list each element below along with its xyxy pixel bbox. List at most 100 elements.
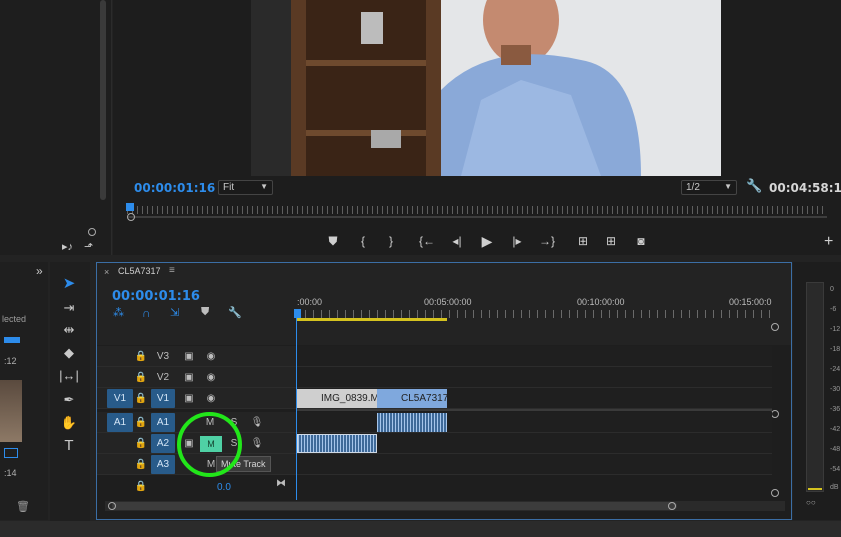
extract-icon[interactable]: ⊞	[602, 234, 620, 248]
source-patch-a1[interactable]: A1	[107, 413, 133, 432]
trash-icon[interactable]: 🗑	[16, 500, 30, 513]
automate-to-sequence-icon[interactable]: ▸♪	[62, 240, 73, 253]
step-forward-icon[interactable]: |▸	[508, 234, 526, 248]
slip-tool-icon[interactable]: |↔|	[58, 366, 80, 386]
audio-clip-a1[interactable]	[377, 413, 447, 432]
track-v3[interactable]	[297, 346, 772, 367]
timeline-scroll-thumb[interactable]	[112, 502, 677, 510]
sync-lock-icon[interactable]: ▣	[180, 388, 198, 409]
list-icon[interactable]	[4, 337, 20, 343]
audio-zoom-handle[interactable]	[771, 489, 779, 497]
microphone-icon[interactable]: 🎙	[248, 433, 266, 454]
linked-selection-icon[interactable]: ⇲	[170, 306, 179, 319]
timeline-playhead-line[interactable]	[296, 318, 297, 500]
track-target-a2[interactable]: A2	[151, 434, 175, 453]
step-back-icon[interactable]: ◂|	[448, 234, 466, 248]
playback-resolution-select[interactable]: 1/2 ▼	[681, 180, 737, 195]
source-patch-v1[interactable]: V1	[107, 389, 133, 408]
panel-menu-chevron[interactable]: »	[36, 264, 43, 278]
mark-out-icon[interactable]: }	[382, 234, 400, 248]
settings-wrench-icon[interactable]: 🔧	[746, 178, 762, 194]
lock-icon[interactable]: 🔒	[132, 476, 150, 497]
monitor-time-ruler[interactable]	[127, 206, 827, 214]
scroll-handle-left[interactable]	[108, 502, 116, 510]
meter-scale-6: -36	[830, 406, 841, 413]
sync-lock-icon[interactable]: ▣	[180, 346, 198, 367]
divider-handle[interactable]	[771, 410, 779, 418]
sync-lock-icon[interactable]: ▣	[180, 367, 198, 388]
timeline-ruler[interactable]	[297, 310, 772, 318]
add-marker-timeline-icon[interactable]: ⛊	[201, 306, 209, 319]
clip-thumbnail[interactable]	[0, 380, 22, 442]
vertical-zoom-handle[interactable]	[771, 323, 779, 331]
zoom-handle[interactable]	[88, 228, 96, 236]
go-to-end-icon[interactable]: ⧓	[276, 478, 286, 489]
close-tab-icon[interactable]: ×	[104, 267, 109, 277]
type-tool-icon[interactable]: T	[58, 436, 80, 456]
video-audio-divider[interactable]	[297, 409, 772, 411]
selection-tool-icon[interactable]: ➤	[58, 274, 80, 294]
razor-tool-icon[interactable]: ◆	[58, 343, 80, 363]
tab-menu-icon[interactable]: ≡	[169, 265, 175, 276]
meter-scale-3: -18	[830, 346, 841, 353]
zoom-handle-left[interactable]	[127, 213, 135, 221]
project-panel-scrollbar[interactable]	[100, 0, 106, 200]
chevron-down-icon: ▼	[724, 182, 732, 191]
solo-meter-buttons[interactable]: ○○	[806, 498, 816, 507]
pen-tool-icon[interactable]: ✒	[58, 390, 80, 410]
clip-img-0839[interactable]: IMG_0839.MO	[297, 389, 377, 408]
monitor-zoom-bar[interactable]	[127, 216, 827, 218]
track-target-v1[interactable]: V1	[151, 389, 175, 408]
track-a1[interactable]	[297, 412, 772, 433]
zoom-level-value: Fit	[223, 182, 235, 193]
eye-icon[interactable]: ◉	[202, 388, 220, 409]
track-name-v3[interactable]: V3	[154, 346, 172, 367]
track-name-v2[interactable]: V2	[154, 367, 172, 388]
timeline-playhead-handle[interactable]	[294, 309, 301, 318]
track-a3[interactable]	[297, 454, 772, 475]
snap-magnet-icon[interactable]: ∩	[142, 306, 151, 320]
mark-in-icon[interactable]: {	[354, 234, 372, 248]
lock-icon[interactable]: 🔒	[132, 433, 150, 454]
button-editor-plus-icon[interactable]: +	[824, 233, 833, 251]
track-v2[interactable]	[297, 367, 772, 388]
lock-icon[interactable]: 🔒	[132, 388, 150, 409]
playhead-timecode[interactable]: 00:00:01:16	[134, 181, 215, 195]
new-bin-icon[interactable]: ⬏	[84, 240, 93, 253]
track-select-tool-icon[interactable]: ⇥	[58, 298, 80, 318]
nest-toggle-icon[interactable]: ⁂	[113, 306, 124, 319]
lift-icon[interactable]: ⊞	[574, 234, 592, 248]
bin-icon[interactable]	[4, 448, 18, 458]
sequence-tab-label[interactable]: CL5A7317	[118, 266, 161, 276]
export-frame-camera-icon[interactable]: ◙	[632, 234, 650, 248]
track-target-a1[interactable]: A1	[151, 413, 175, 432]
track-target-a3[interactable]: A3	[151, 455, 175, 474]
audio-clip-a2[interactable]	[297, 434, 377, 453]
eye-icon[interactable]: ◉	[202, 367, 220, 388]
lock-icon[interactable]: 🔒	[132, 367, 150, 388]
zoom-level-select[interactable]: Fit ▼	[218, 180, 273, 195]
meter-scale-9: -54	[830, 466, 841, 473]
meter-scale-4: -24	[830, 366, 841, 373]
master-volume-value[interactable]: 0.0	[217, 482, 231, 493]
ripple-edit-tool-icon[interactable]: ⇹	[58, 320, 80, 340]
work-area-bar[interactable]	[297, 318, 447, 321]
microphone-icon[interactable]: 🎙	[248, 412, 266, 433]
play-icon[interactable]: ▶	[478, 233, 496, 250]
hand-tool-icon[interactable]: ✋	[58, 413, 80, 433]
add-marker-icon[interactable]: ⛊	[324, 234, 342, 249]
lock-icon[interactable]: 🔒	[132, 454, 150, 475]
lock-icon[interactable]: 🔒	[132, 346, 150, 367]
go-to-out-icon[interactable]: →}	[538, 234, 556, 248]
meter-scale-2: -12	[830, 326, 841, 333]
go-to-in-icon[interactable]: {←	[418, 234, 436, 248]
clip-cl5a7317[interactable]: CL5A7317.I	[377, 389, 447, 408]
scroll-handle-right[interactable]	[668, 502, 676, 510]
timeline-settings-wrench-icon[interactable]: 🔧	[228, 306, 242, 319]
ruler-label-2: 00:10:00:00	[577, 297, 625, 307]
playback-resolution-value: 1/2	[686, 182, 700, 193]
monitor-playhead[interactable]	[126, 203, 134, 211]
lock-icon[interactable]: 🔒	[132, 412, 150, 433]
timeline-playhead-timecode[interactable]: 00:00:01:16	[112, 289, 200, 304]
eye-icon[interactable]: ◉	[202, 346, 220, 367]
